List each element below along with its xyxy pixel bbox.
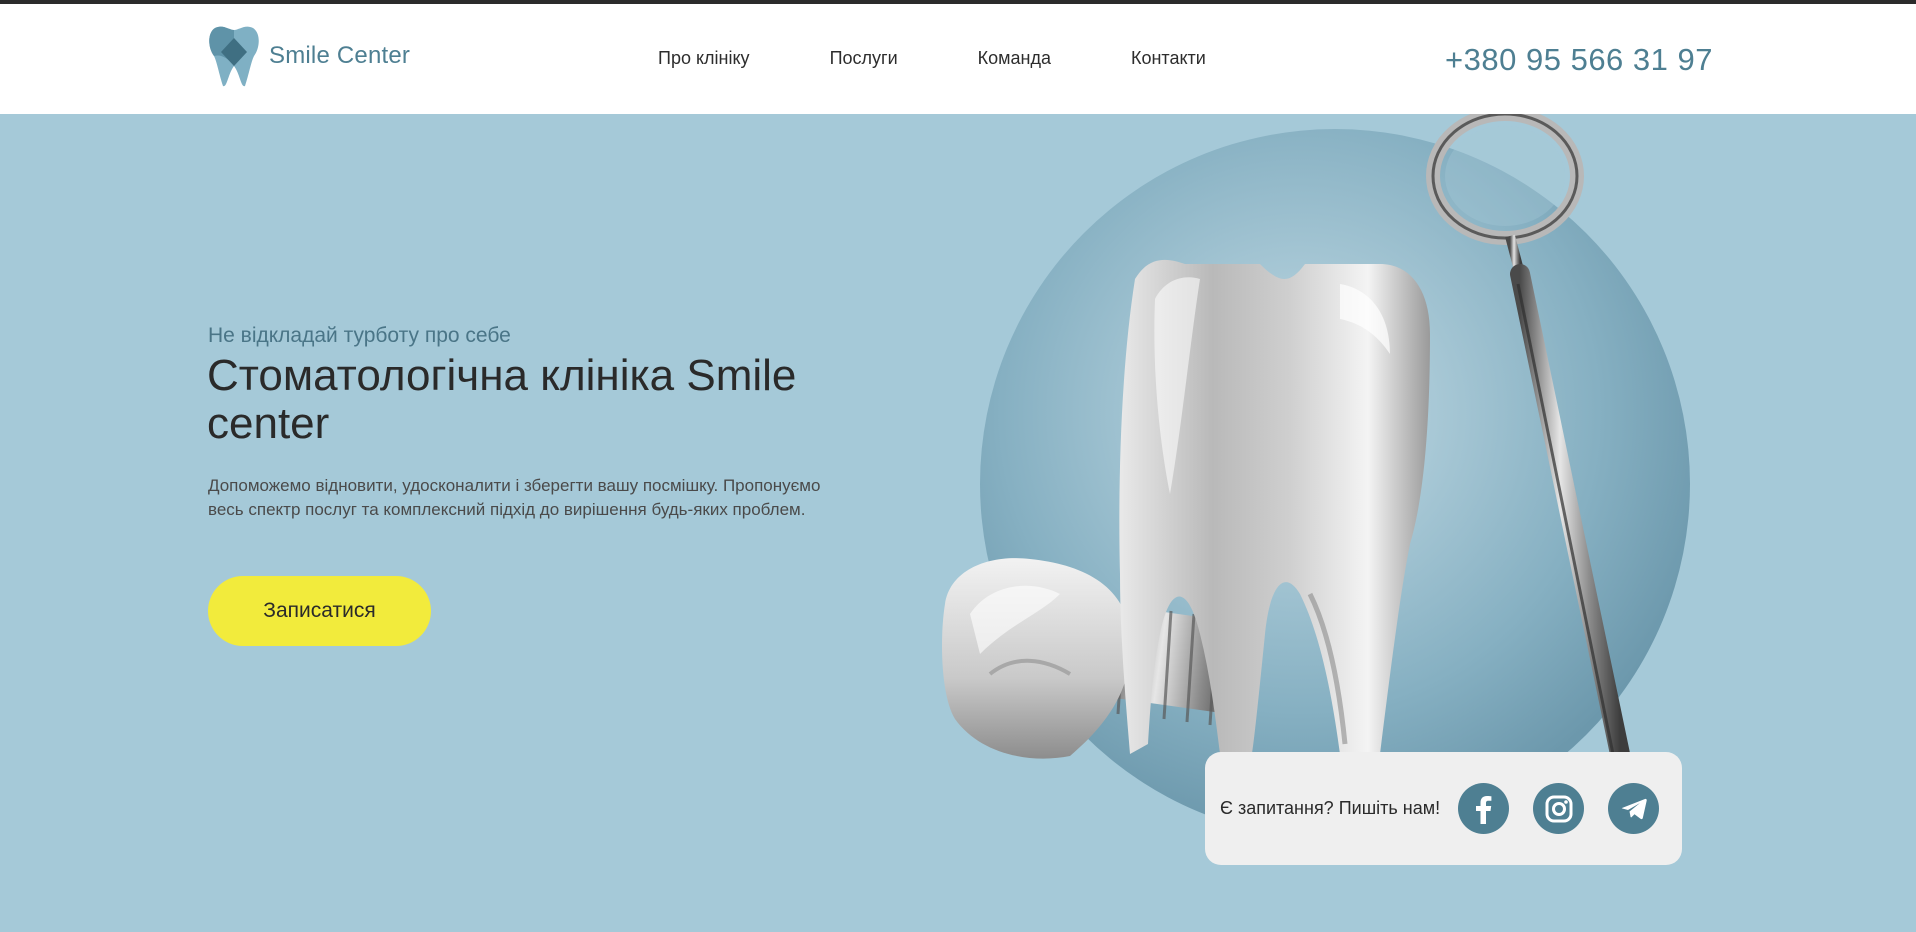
main-nav: Про клініку Послуги Команда Контакти <box>658 48 1206 69</box>
nav-item-contacts[interactable]: Контакти <box>1131 48 1206 69</box>
book-appointment-button[interactable]: Записатися <box>208 576 431 646</box>
nav-item-about[interactable]: Про клініку <box>658 48 750 69</box>
hero-title: Стоматологічна клініка Smile center <box>207 351 797 448</box>
nav-item-team[interactable]: Команда <box>978 48 1051 69</box>
logo-link[interactable]: Smile Center <box>207 24 410 88</box>
brand-name: Smile Center <box>269 42 411 69</box>
site-header: Smile Center Про клініку Послуги Команда… <box>0 4 1916 114</box>
nav-item-services[interactable]: Послуги <box>830 48 898 69</box>
contact-prompt: Є запитання? Пишіть нам! <box>1220 798 1441 818</box>
facebook-icon[interactable] <box>1458 783 1510 834</box>
tooth-icon <box>209 26 259 87</box>
hero-eyebrow: Не відкладай турботу про себе <box>208 324 511 347</box>
hero-description: Допоможемо відновити, удосконалити і збе… <box>208 476 821 519</box>
instagram-icon[interactable] <box>1533 783 1585 834</box>
telegram-icon[interactable] <box>1608 783 1660 834</box>
hero-section: Не відкладай турботу про себе Стоматолог… <box>0 114 1916 932</box>
phone-link[interactable]: +380 95 566 31 97 <box>1445 42 1713 78</box>
contact-card: Є запитання? Пишіть нам! <box>1205 752 1682 865</box>
